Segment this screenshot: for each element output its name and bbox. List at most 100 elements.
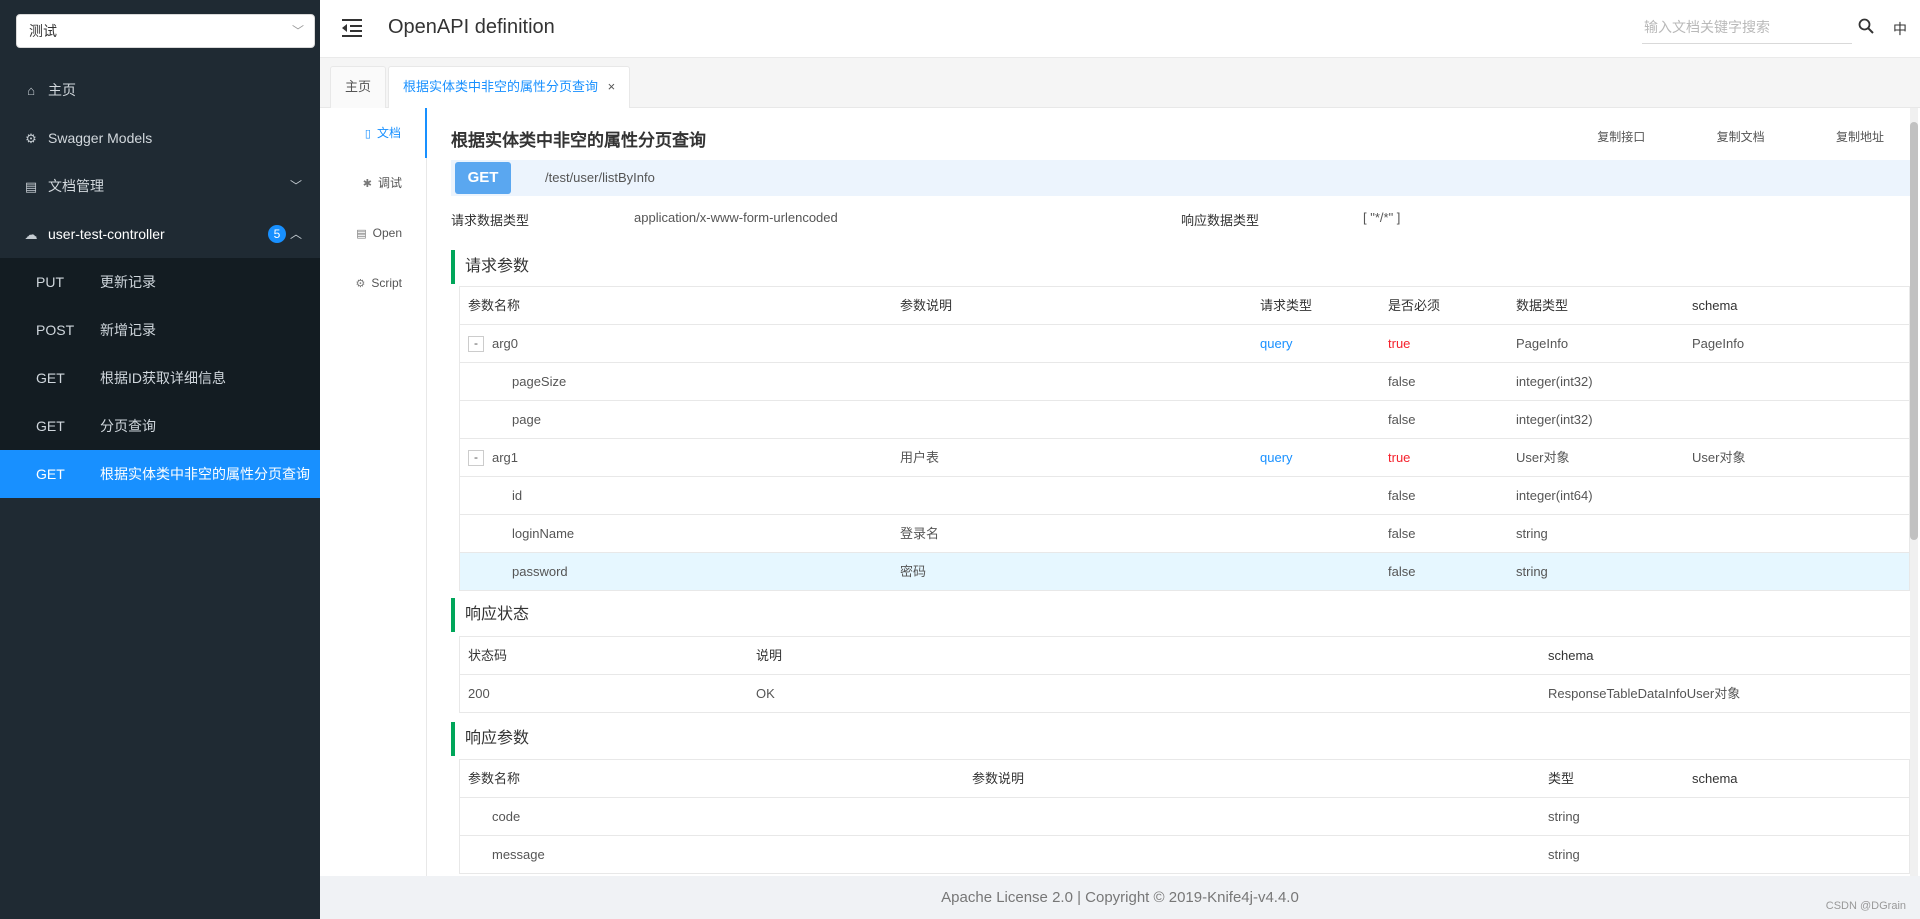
close-icon[interactable]: × — [608, 79, 616, 94]
api-item-get-list-by-info[interactable]: GET 根据实体类中非空的属性分页查询 — [0, 450, 320, 498]
col-header: 参数名称 — [468, 771, 521, 786]
document-icon: ▯ — [364, 128, 371, 140]
status-schema[interactable]: ResponseTableDataInfoUser对象 — [1548, 675, 1740, 713]
tab-active-api[interactable]: 根据实体类中非空的属性分页查询 × — [388, 66, 631, 109]
tab-open[interactable]: ▤ Open — [320, 208, 426, 258]
top-header: OpenAPI definition 中 — [320, 0, 1920, 58]
controller-submenu: PUT 更新记录 POST 新增记录 GET 根据ID获取详细信息 GET 分页查询 G… — [0, 258, 320, 498]
vtab-label: Script — [371, 276, 402, 290]
api-item-get-page[interactable]: GET 分页查询 — [0, 402, 320, 450]
param-schema[interactable]: PageInfo — [1692, 325, 1744, 363]
cloud-icon: ☁ — [24, 227, 38, 242]
api-title: 根据实体类中非空的属性分页查询 — [451, 131, 706, 150]
copy-api-link[interactable]: 复制接口 — [1597, 130, 1645, 144]
vtab-label: 调试 — [377, 176, 402, 190]
vtab-label: 文档 — [376, 126, 401, 140]
resp-type-label: 响应数据类型 — [1181, 213, 1260, 228]
api-label: 根据ID获取详细信息 — [100, 370, 226, 386]
param-required: true — [1388, 336, 1411, 351]
copy-url-link[interactable]: 复制地址 — [1836, 130, 1884, 144]
sidebar-item-doc-management[interactable]: ▤ 文档管理 ﹀ — [0, 162, 320, 210]
sidebar-item-label: Swagger Models — [48, 130, 153, 146]
sidebar-item-controller[interactable]: ☁ user-test-controller 5 ︿ — [0, 210, 320, 258]
url-bar: GET /test/user/listByInfo — [451, 160, 1917, 196]
group-select-value: 测试 — [29, 23, 57, 39]
group-select[interactable]: 测试 ﹀ — [16, 14, 315, 48]
api-method: PUT — [36, 274, 64, 290]
tab-debug[interactable]: ✱ 调试 — [320, 158, 426, 208]
language-switch[interactable]: 中 — [1893, 19, 1907, 39]
chevron-up-icon: ︿ — [289, 227, 302, 241]
col-header: 参数说明 — [972, 771, 1025, 786]
section-title-request-params: 请求参数 — [451, 250, 529, 284]
req-type-value: application/x-www-form-urlencoded — [634, 210, 838, 225]
sidebar-item-swagger-models[interactable]: ⚙ Swagger Models — [0, 114, 320, 162]
param-name: password — [512, 564, 568, 579]
collapse-toggle[interactable]: - — [468, 335, 484, 352]
api-method: POST — [36, 322, 75, 338]
param-type: PageInfo — [1516, 336, 1569, 351]
collapse-toggle[interactable]: - — [468, 449, 484, 466]
api-method: GET — [36, 370, 65, 386]
status-desc: OK — [756, 686, 775, 701]
api-item-put-update[interactable]: PUT 更新记录 — [0, 258, 320, 306]
gear-icon: ⚙ — [25, 131, 37, 146]
table-row: - arg1 用户表 query true User对象 User对象 — [460, 439, 1909, 477]
api-method: GET — [36, 418, 65, 434]
col-header: schema — [1692, 771, 1738, 786]
search-input[interactable] — [1642, 12, 1852, 42]
search-icon[interactable] — [1858, 18, 1874, 34]
sidebar-item-label: user-test-controller — [48, 226, 165, 242]
footer-text: Apache License 2.0 | Copyright © 2019-Kn… — [941, 889, 1299, 906]
tab-home[interactable]: 主页 — [330, 66, 387, 108]
tab-bar: 主页 根据实体类中非空的属性分页查询 × — [320, 58, 1920, 109]
menu-fold-icon[interactable] — [342, 18, 364, 38]
param-name: loginName — [512, 526, 575, 541]
section-title-response-status: 响应状态 — [451, 598, 529, 632]
col-header: 状态码 — [468, 648, 508, 663]
home-icon: ⌂ — [27, 83, 35, 98]
table-row: message string — [460, 836, 1909, 874]
col-header: 数据类型 — [1516, 298, 1569, 313]
table-header: 参数名称 参数说明 请求类型 是否必须 数据类型 schema — [460, 287, 1909, 325]
api-doc-content: 根据实体类中非空的属性分页查询 复制接口 复制文档 复制地址 GET /test… — [427, 108, 1920, 876]
param-type: string — [1516, 526, 1548, 541]
chevron-down-icon: ﹀ — [291, 24, 304, 38]
param-type: integer(int32) — [1516, 374, 1593, 389]
watermark-text: CSDN @DGrain — [1825, 900, 1906, 912]
col-header: 参数说明 — [900, 298, 953, 313]
vtab-label: Open — [372, 226, 402, 240]
section-title-response-params: 响应参数 — [451, 722, 529, 756]
param-name: page — [512, 412, 541, 427]
tab-label: 主页 — [345, 79, 372, 94]
table-row: 200 OK ResponseTableDataInfoUser对象 — [460, 675, 1917, 713]
api-item-post-add[interactable]: POST 新增记录 — [0, 306, 320, 354]
param-type: integer(int32) — [1516, 412, 1593, 427]
req-type-label: 请求数据类型 — [451, 213, 530, 228]
api-item-get-by-id[interactable]: GET 根据ID获取详细信息 — [0, 354, 320, 402]
param-in: query — [1260, 450, 1293, 465]
copy-doc-link[interactable]: 复制文档 — [1717, 130, 1765, 144]
col-header: 请求类型 — [1260, 298, 1313, 313]
tab-label: 根据实体类中非空的属性分页查询 — [403, 79, 599, 94]
tab-script[interactable]: ⚙ Script — [320, 258, 426, 308]
param-type: string — [1516, 564, 1548, 579]
scrollbar-thumb[interactable] — [1910, 122, 1918, 540]
api-url: /test/user/listByInfo — [545, 170, 655, 185]
file-icon: ▤ — [356, 228, 367, 240]
param-name: code — [492, 809, 521, 824]
param-schema[interactable]: User对象 — [1692, 439, 1745, 477]
table-row: page false integer(int32) — [460, 401, 1909, 439]
param-required: false — [1388, 412, 1416, 427]
param-type: integer(int64) — [1516, 488, 1593, 503]
sidebar-item-home[interactable]: ⌂ 主页 — [0, 66, 320, 114]
tab-doc[interactable]: ▯ 文档 — [320, 108, 427, 158]
param-name: pageSize — [512, 374, 567, 389]
resp-type-value: [ "*/*" ] — [1363, 210, 1401, 225]
table-row: code string — [460, 798, 1909, 836]
api-label: 根据实体类中非空的属性分页查询 — [100, 466, 310, 482]
api-vertical-nav: ▯ 文档 ✱ 调试 ▤ Open ⚙ Script — [320, 108, 427, 876]
chevron-down-icon: ﹀ — [289, 179, 302, 193]
method-badge: GET — [455, 162, 511, 194]
param-name: arg1 — [492, 450, 519, 465]
